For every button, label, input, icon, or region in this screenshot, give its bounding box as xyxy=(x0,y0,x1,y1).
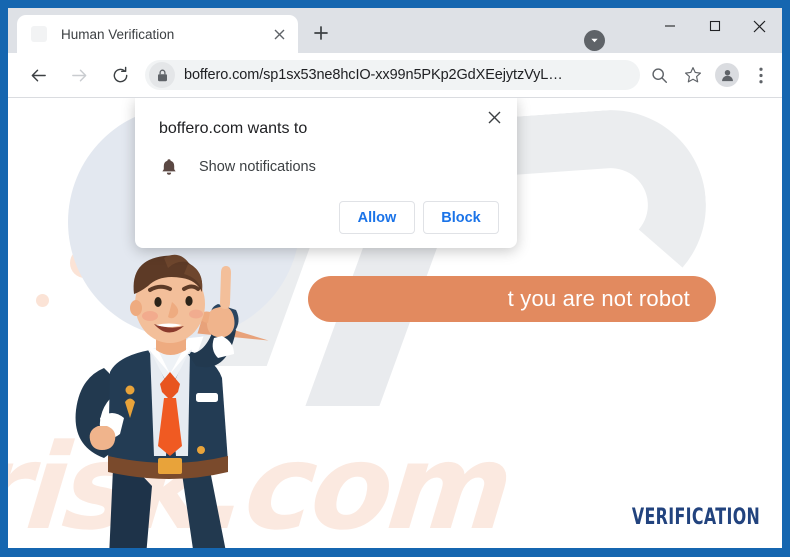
forward-button[interactable] xyxy=(63,59,95,91)
blue-image-border: Human Verification boffero.com/sp1sx53ne… xyxy=(0,0,790,557)
allow-button[interactable]: Allow xyxy=(339,201,415,234)
businessman-illustration xyxy=(46,250,296,548)
bell-icon xyxy=(159,157,179,177)
reload-button[interactable] xyxy=(104,59,136,91)
avatar xyxy=(715,63,739,87)
close-window-button[interactable] xyxy=(737,8,782,44)
tab-strip: Human Verification xyxy=(8,8,782,53)
notification-permission-dialog: boffero.com wants to Show notifications … xyxy=(135,98,517,248)
browser-window: Human Verification boffero.com/sp1sx53ne… xyxy=(8,8,782,548)
browser-tab-human-verification[interactable]: Human Verification xyxy=(17,15,298,53)
dialog-title: boffero.com wants to xyxy=(159,120,308,137)
maximize-button[interactable] xyxy=(692,8,737,44)
browser-toolbar: boffero.com/sp1sx53ne8hcIO-xx99n5PKp2GdX… xyxy=(8,53,782,98)
cta-banner[interactable]: t you are not robot xyxy=(308,276,716,322)
dialog-actions: Allow Block xyxy=(339,201,499,234)
three-dot-menu-icon[interactable] xyxy=(746,60,776,90)
search-icon[interactable] xyxy=(644,60,674,90)
tab-title: Human Verification xyxy=(61,26,175,42)
page-logo: VERIFICATION xyxy=(631,505,760,530)
block-button[interactable]: Block xyxy=(423,201,499,234)
tab-search-chevron-icon[interactable] xyxy=(584,30,605,51)
tab-favicon-icon xyxy=(31,26,47,42)
close-icon[interactable] xyxy=(481,104,507,130)
cta-banner-text: t you are not robot xyxy=(507,286,690,311)
permission-label: Show notifications xyxy=(199,159,316,175)
address-bar-url: boffero.com/sp1sx53ne8hcIO-xx99n5PKp2GdX… xyxy=(184,67,563,83)
minimize-button[interactable] xyxy=(647,8,692,44)
page-viewport: risk.com t you are not robot VERIFICATIO… xyxy=(8,98,782,548)
lock-icon[interactable] xyxy=(149,62,175,88)
address-bar[interactable]: boffero.com/sp1sx53ne8hcIO-xx99n5PKp2GdX… xyxy=(145,60,640,90)
back-button[interactable] xyxy=(22,59,54,91)
new-tab-button[interactable] xyxy=(304,16,338,50)
permission-row: Show notifications xyxy=(159,157,497,177)
star-icon[interactable] xyxy=(678,60,708,90)
tab-close-icon[interactable] xyxy=(268,23,290,45)
window-controls xyxy=(647,8,782,44)
profile-avatar-icon[interactable] xyxy=(712,60,742,90)
